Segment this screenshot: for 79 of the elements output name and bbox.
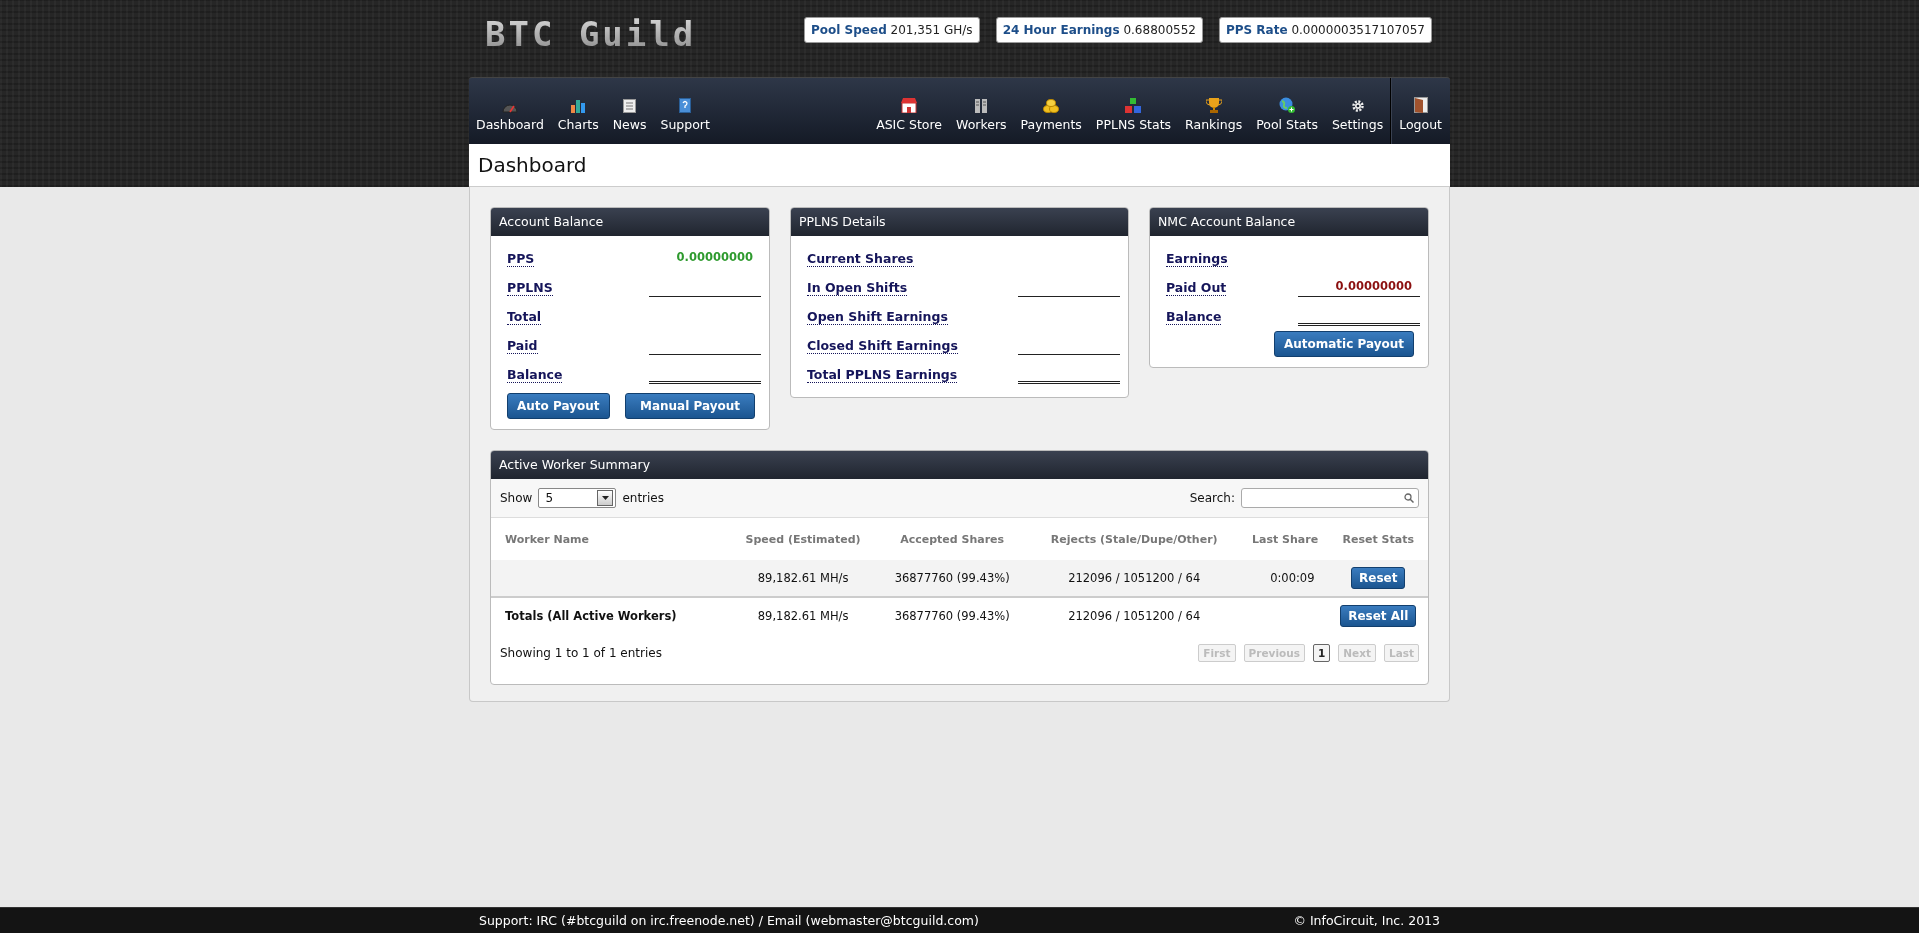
nav-link[interactable]: Workers	[949, 78, 1014, 144]
copyright-text: © InfoCircuit, Inc. 2013	[1293, 913, 1440, 928]
nav-link[interactable]: Dashboard	[469, 78, 551, 144]
search-field[interactable]	[1241, 488, 1419, 508]
field-value: 0.00000000	[1298, 278, 1420, 297]
reset-button[interactable]: Reset	[1351, 567, 1406, 589]
stat-label: Pool Speed	[811, 23, 887, 37]
field-label[interactable]: Balance	[1166, 309, 1222, 325]
show-label: Show	[500, 491, 533, 505]
field-label[interactable]: Paid	[507, 338, 538, 354]
stat-label: 24 Hour Earnings	[1002, 23, 1120, 37]
search-icon	[1404, 493, 1414, 503]
field-label[interactable]: Balance	[507, 367, 563, 383]
nav-link[interactable]: ASIC Store	[869, 78, 950, 144]
table-cell: 36877760 (99.43%)	[894, 609, 1010, 623]
table-cell: 89,182.61 MH/s	[757, 609, 849, 623]
stat-value: 0.0000003517107057	[1291, 23, 1425, 37]
nav-link[interactable]: Support	[653, 78, 717, 144]
settings-icon	[1350, 99, 1365, 113]
column-header[interactable]: Worker Name	[505, 532, 589, 546]
page-size-select[interactable]: 5	[538, 488, 617, 508]
panel-title: NMC Account Balance	[1150, 208, 1428, 236]
help-icon	[679, 98, 692, 113]
field-label[interactable]: Total PPLNS Earnings	[807, 367, 958, 383]
server-icon	[975, 99, 988, 113]
table-cell: 212096 / 1051200 / 64	[1068, 609, 1201, 623]
field-label[interactable]: Open Shift Earnings	[807, 309, 948, 325]
coins-icon	[1043, 99, 1060, 113]
panel-title: PPLNS Details	[791, 208, 1128, 236]
stat-value: 201,351 GH/s	[890, 23, 973, 37]
nav-link[interactable]: News	[605, 78, 654, 144]
column-header[interactable]: Speed (Estimated)	[745, 532, 861, 546]
pagination-button[interactable]: 1	[1312, 644, 1331, 662]
field-label[interactable]: In Open Shifts	[807, 280, 908, 296]
stat-value: 0.68800552	[1123, 23, 1196, 37]
payout-button[interactable]: Automatic Payout	[1273, 331, 1414, 357]
entries-label: entries	[622, 491, 664, 505]
caret-icon	[601, 496, 609, 500]
reset-all-button[interactable]: Reset All	[1340, 605, 1417, 627]
panel-title: Account Balance	[491, 208, 769, 236]
payout-button[interactable]: Auto Payout	[507, 393, 610, 419]
field-label[interactable]: Total	[507, 309, 542, 325]
table-info: Showing 1 to 1 of 1 entries	[500, 646, 662, 660]
nav-link[interactable]: Rankings	[1178, 78, 1250, 144]
newspaper-icon	[623, 99, 637, 113]
table-cell: 212096 / 1051200 / 64	[1068, 571, 1201, 585]
nav-link[interactable]: Settings	[1324, 78, 1391, 144]
trophy-icon	[1205, 98, 1222, 113]
column-header[interactable]: Accepted Shares	[900, 532, 1005, 546]
search-label: Search:	[1189, 491, 1235, 505]
table-cell: 89,182.61 MH/s	[757, 571, 849, 585]
field-label[interactable]: Paid Out	[1166, 280, 1227, 296]
field-label[interactable]: Closed Shift Earnings	[807, 338, 958, 354]
page-title: Dashboard	[469, 144, 1450, 187]
globe-icon	[1279, 97, 1296, 113]
table-cell: 36877760 (99.43%)	[894, 571, 1010, 585]
column-header[interactable]: Reset Stats	[1342, 532, 1414, 546]
stat-label: PPS Rate	[1225, 23, 1288, 37]
nav-link[interactable]: PPLNS Stats	[1088, 78, 1179, 144]
table-cell: Totals (All Active Workers)	[505, 609, 677, 623]
nav-link[interactable]: Charts	[550, 78, 606, 144]
field-label[interactable]: Earnings	[1166, 251, 1228, 267]
column-header[interactable]: Rejects (Stale/Dupe/Other)	[1050, 532, 1218, 546]
field-label[interactable]: Current Shares	[807, 251, 914, 267]
field-label[interactable]: PPS	[507, 251, 535, 267]
table-cell: 0:00:09	[1270, 571, 1315, 585]
store-icon	[901, 98, 918, 113]
field-label[interactable]: PPLNS	[507, 280, 553, 296]
column-header[interactable]: Last Share	[1252, 532, 1319, 546]
bar-chart-icon	[570, 99, 587, 113]
panel-title: Active Worker Summary	[491, 451, 1428, 479]
gauge-icon	[501, 101, 518, 113]
nav-link[interactable]: Pool Stats	[1249, 78, 1325, 144]
field-value: 0.00000000	[675, 249, 754, 266]
door-icon	[1413, 97, 1428, 113]
payout-button[interactable]: Manual Payout	[624, 393, 755, 419]
blocks-icon	[1125, 98, 1142, 113]
support-text: Support: IRC (#btcguild on irc.freenode.net) / Email (webmaster@btcguild.com)	[479, 913, 979, 928]
nav-link[interactable]: Payments	[1013, 78, 1089, 144]
